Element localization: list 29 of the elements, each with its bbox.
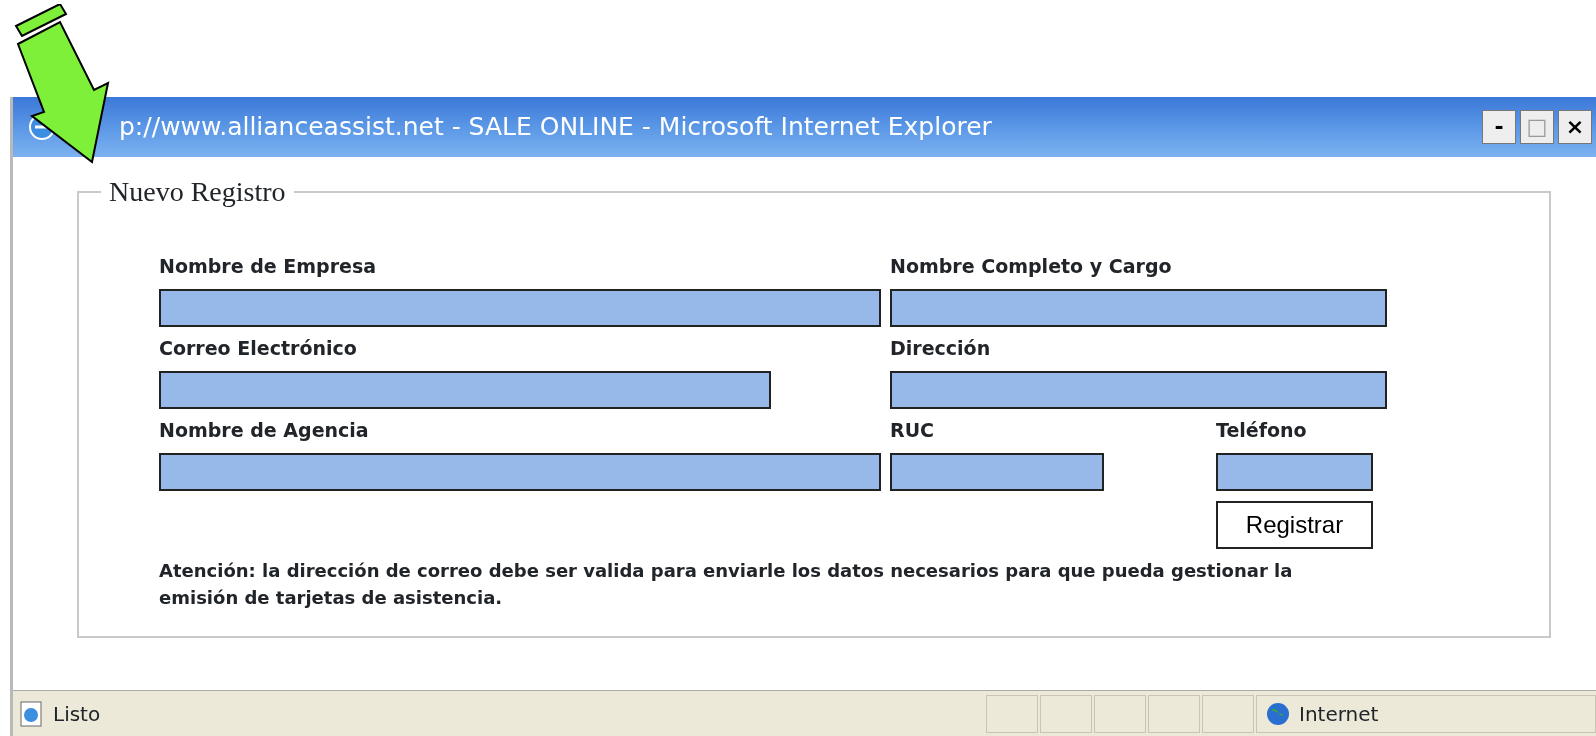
notice-text: Atención: la dirección de correo debe ser valida para enviarle los datos necesarios para que pueda gestionar la emisión de tarjetas de asistencia.: [159, 558, 1294, 610]
register-button[interactable]: Registrar: [1216, 500, 1373, 549]
form-legend: Nuevo Registro: [101, 175, 294, 209]
zone-label: Internet: [1299, 700, 1379, 728]
close-button[interactable]: ×: [1558, 110, 1592, 144]
input-field[interactable]: [890, 452, 1104, 491]
field-label: RUC: [890, 418, 935, 444]
status-pane: [1148, 694, 1200, 733]
field-label: Dirección: [890, 336, 992, 362]
input-field[interactable]: [1216, 452, 1373, 491]
status-pane: [1202, 694, 1254, 733]
input-field[interactable]: [890, 288, 1387, 327]
window-title: p://www.allianceassist.net - SALE ONLINE - Microsoft Internet Explorer: [119, 111, 992, 144]
status-pane: [1094, 694, 1146, 733]
globe-icon: [1265, 700, 1291, 727]
field-label: Nombre Completo y Cargo: [890, 254, 1173, 280]
input-field[interactable]: [890, 370, 1387, 409]
minimize-button[interactable]: -: [1482, 110, 1516, 144]
field-label: Correo Electrónico: [159, 336, 358, 362]
input-field[interactable]: [159, 452, 881, 491]
input-field[interactable]: [159, 288, 881, 327]
status-pane: [986, 694, 1038, 733]
page-icon: [17, 699, 45, 728]
field-label: Teléfono: [1216, 418, 1308, 444]
field-label: Nombre de Agencia: [159, 418, 370, 444]
status-pane: [1040, 694, 1092, 733]
field-label: Nombre de Empresa: [159, 254, 378, 280]
input-field[interactable]: [159, 370, 771, 409]
status-text: Listo: [53, 700, 101, 728]
